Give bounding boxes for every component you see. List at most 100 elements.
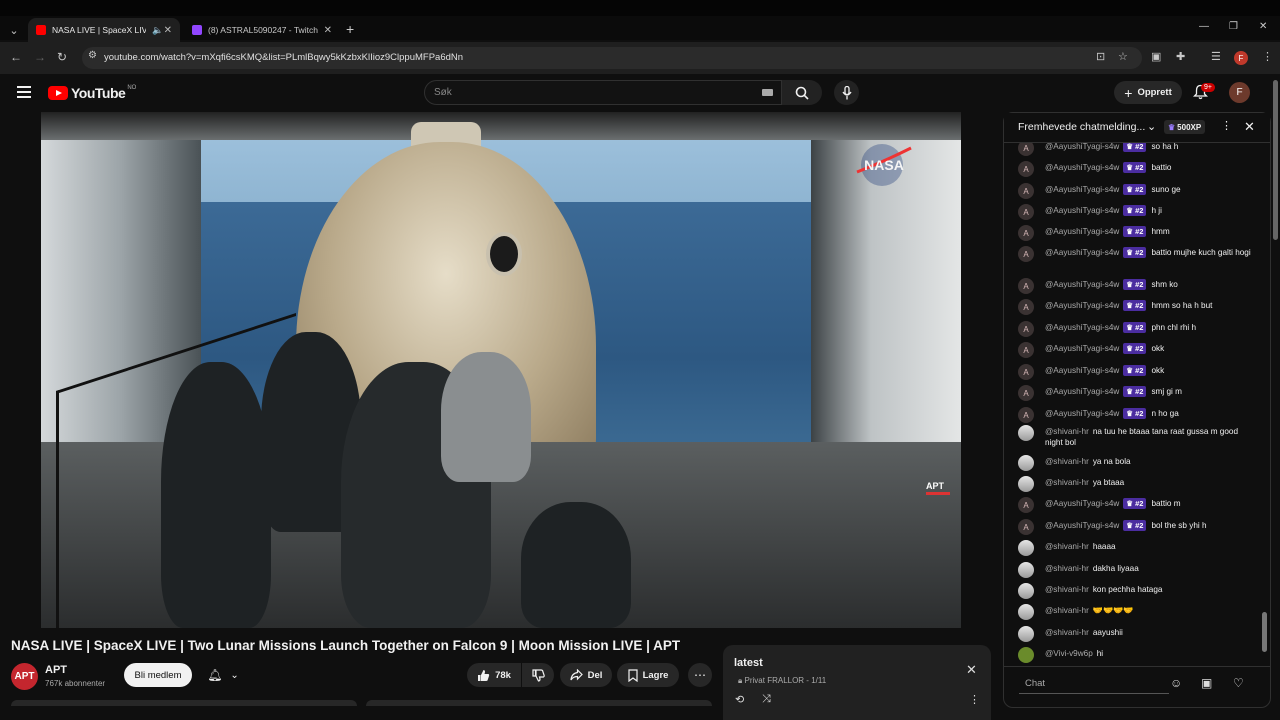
close-window-icon[interactable]: ✕ [1259, 21, 1267, 32]
reload-icon[interactable]: ↻ [57, 50, 67, 64]
chat-author-avatar[interactable]: A [1018, 321, 1034, 337]
youtube-logo[interactable]: YouTube NO [48, 85, 136, 101]
chat-author-name[interactable]: @AayushiTyagi-s4w [1045, 301, 1119, 310]
chat-author-avatar[interactable] [1018, 626, 1034, 642]
chat-author-avatar[interactable]: A [1018, 278, 1034, 294]
chat-author-name[interactable]: @AayushiTyagi-s4w [1045, 409, 1119, 418]
chat-author-avatar[interactable] [1018, 562, 1034, 578]
chat-author-name[interactable]: @AayushiTyagi-s4w [1045, 248, 1119, 257]
chat-author-avatar[interactable] [1018, 604, 1034, 620]
close-playlist-icon[interactable]: ✕ [966, 662, 977, 678]
tab-search-chevron-icon[interactable]: ⌄ [5, 21, 23, 39]
restore-icon[interactable]: ❐ [1229, 21, 1238, 32]
like-button[interactable]: 78k [467, 663, 521, 687]
back-icon[interactable]: ← [10, 50, 22, 64]
loop-icon[interactable]: ⟲ [735, 693, 744, 706]
emoji-icon[interactable]: ☺ [1170, 676, 1182, 690]
chat-author-avatar[interactable]: A [1018, 299, 1034, 315]
chat-author-name[interactable]: @AayushiTyagi-s4w [1045, 387, 1119, 396]
chat-author-name[interactable]: @AayushiTyagi-s4w [1045, 163, 1119, 172]
chat-author-avatar[interactable]: A [1018, 183, 1034, 199]
shuffle-icon[interactable]: ⤨ [762, 693, 771, 706]
browser-menu-icon[interactable]: ⋮ [1262, 50, 1273, 63]
chat-author-avatar[interactable]: A [1018, 364, 1034, 380]
chat-author-name[interactable]: @AayushiTyagi-s4w [1045, 344, 1119, 353]
chat-author-avatar[interactable] [1018, 540, 1034, 556]
chat-author-name[interactable]: @AayushiTyagi-s4w [1045, 521, 1119, 530]
close-chat-icon[interactable]: ✕ [1244, 119, 1255, 135]
hamburger-menu-icon[interactable] [17, 86, 31, 98]
heart-icon[interactable]: ♡ [1233, 676, 1244, 690]
chat-author-name[interactable]: @shivani-hr [1045, 478, 1089, 487]
search-input[interactable] [424, 80, 782, 105]
chat-author-avatar[interactable]: A [1018, 143, 1034, 156]
tab-youtube[interactable]: NASA LIVE | SpaceX LIVE | T 🔈 ✕ [28, 18, 180, 42]
chat-input[interactable]: Chat [1019, 674, 1169, 694]
chat-author-name[interactable]: @AayushiTyagi-s4w [1045, 143, 1119, 151]
chat-author-name[interactable]: @shivani-hr [1045, 542, 1089, 551]
profile-avatar[interactable]: F [1234, 51, 1248, 65]
video-player[interactable]: NASA [41, 112, 961, 628]
chat-author-avatar[interactable] [1018, 476, 1034, 492]
chat-author-avatar[interactable]: A [1018, 519, 1034, 535]
chat-author-avatar[interactable]: A [1018, 497, 1034, 513]
chat-author-avatar[interactable]: A [1018, 161, 1034, 177]
chat-author-name[interactable]: @shivani-hr [1045, 606, 1089, 615]
minimize-icon[interactable]: — [1199, 21, 1209, 32]
chat-author-name[interactable]: @AayushiTyagi-s4w [1045, 366, 1119, 375]
tab-twitch[interactable]: (8) ASTRAL5090247 - Twitch ✕ [184, 18, 340, 42]
chat-mode-title[interactable]: Fremhevede chatmelding... [1018, 121, 1145, 133]
close-tab-icon[interactable]: ✕ [164, 25, 172, 36]
subscription-bell-button[interactable]: 🔔︎ ⌄ [200, 663, 246, 687]
search-button[interactable] [782, 80, 822, 105]
channel-avatar[interactable]: APT [11, 663, 38, 690]
page-scrollbar-thumb[interactable] [1273, 80, 1278, 240]
chat-scrollbar-thumb[interactable] [1262, 612, 1267, 652]
chat-author-avatar[interactable]: A [1018, 385, 1034, 401]
comments-card[interactable] [366, 700, 712, 706]
chat-author-avatar[interactable]: A [1018, 225, 1034, 241]
chat-menu-icon[interactable]: ⋮ [1221, 119, 1232, 132]
bookmark-star-icon[interactable]: ☆ [1118, 50, 1128, 63]
chat-author-avatar[interactable]: A [1018, 246, 1034, 262]
voice-search-button[interactable] [834, 80, 859, 105]
chat-author-name[interactable]: @shivani-hr [1045, 564, 1089, 573]
save-button[interactable]: Lagre [617, 663, 679, 687]
share-button[interactable]: Del [560, 663, 612, 687]
chat-author-avatar[interactable]: A [1018, 407, 1034, 423]
keyboard-icon[interactable] [762, 89, 773, 96]
chat-author-name[interactable]: @AayushiTyagi-s4w [1045, 323, 1119, 332]
media-controls-icon[interactable]: ☰ [1211, 50, 1221, 63]
chat-author-avatar[interactable] [1018, 647, 1034, 663]
dislike-button[interactable] [522, 663, 554, 687]
playlist-menu-icon[interactable]: ⋮ [969, 693, 980, 706]
extensions-icon[interactable]: ✚ [1176, 50, 1185, 63]
cast-icon[interactable]: ▣ [1151, 50, 1161, 63]
speaker-icon[interactable]: 🔈 [152, 25, 163, 36]
chat-author-avatar[interactable] [1018, 455, 1034, 471]
chat-author-name[interactable]: @AayushiTyagi-s4w [1045, 227, 1119, 236]
create-button[interactable]: + Opprett [1114, 81, 1182, 104]
chevron-down-icon[interactable]: ⌄ [1147, 120, 1156, 133]
chat-author-name[interactable]: @Vivi-v9w6p [1045, 649, 1093, 658]
forward-icon[interactable]: → [34, 50, 46, 64]
chat-author-name[interactable]: @shivani-hr [1045, 457, 1089, 466]
description-card[interactable] [11, 700, 357, 706]
chat-author-avatar[interactable]: A [1018, 342, 1034, 358]
chat-author-avatar[interactable] [1018, 425, 1034, 441]
more-actions-button[interactable]: ⋯ [688, 663, 712, 687]
chat-author-avatar[interactable] [1018, 583, 1034, 599]
xp-badge[interactable]: ♛ 500XP [1164, 120, 1206, 134]
join-button[interactable]: Bli medlem [124, 663, 192, 687]
chat-author-name[interactable]: @shivani-hr [1045, 628, 1089, 637]
super-chat-icon[interactable]: ▣ [1201, 676, 1212, 690]
playlist-title[interactable]: latest [734, 657, 763, 669]
site-info-icon[interactable]: ⚙ [88, 50, 97, 61]
chat-message-list[interactable]: A @AayushiTyagi-s4w ♛ #2 so ha h A @AayushiTy… [1004, 143, 1260, 663]
channel-name[interactable]: APT [45, 664, 67, 676]
chat-scrollbar[interactable] [1261, 148, 1267, 658]
account-avatar[interactable]: F [1229, 82, 1250, 103]
chat-author-name[interactable]: @AayushiTyagi-s4w [1045, 499, 1119, 508]
new-tab-button[interactable]: + [346, 21, 354, 37]
chat-author-name[interactable]: @AayushiTyagi-s4w [1045, 280, 1119, 289]
